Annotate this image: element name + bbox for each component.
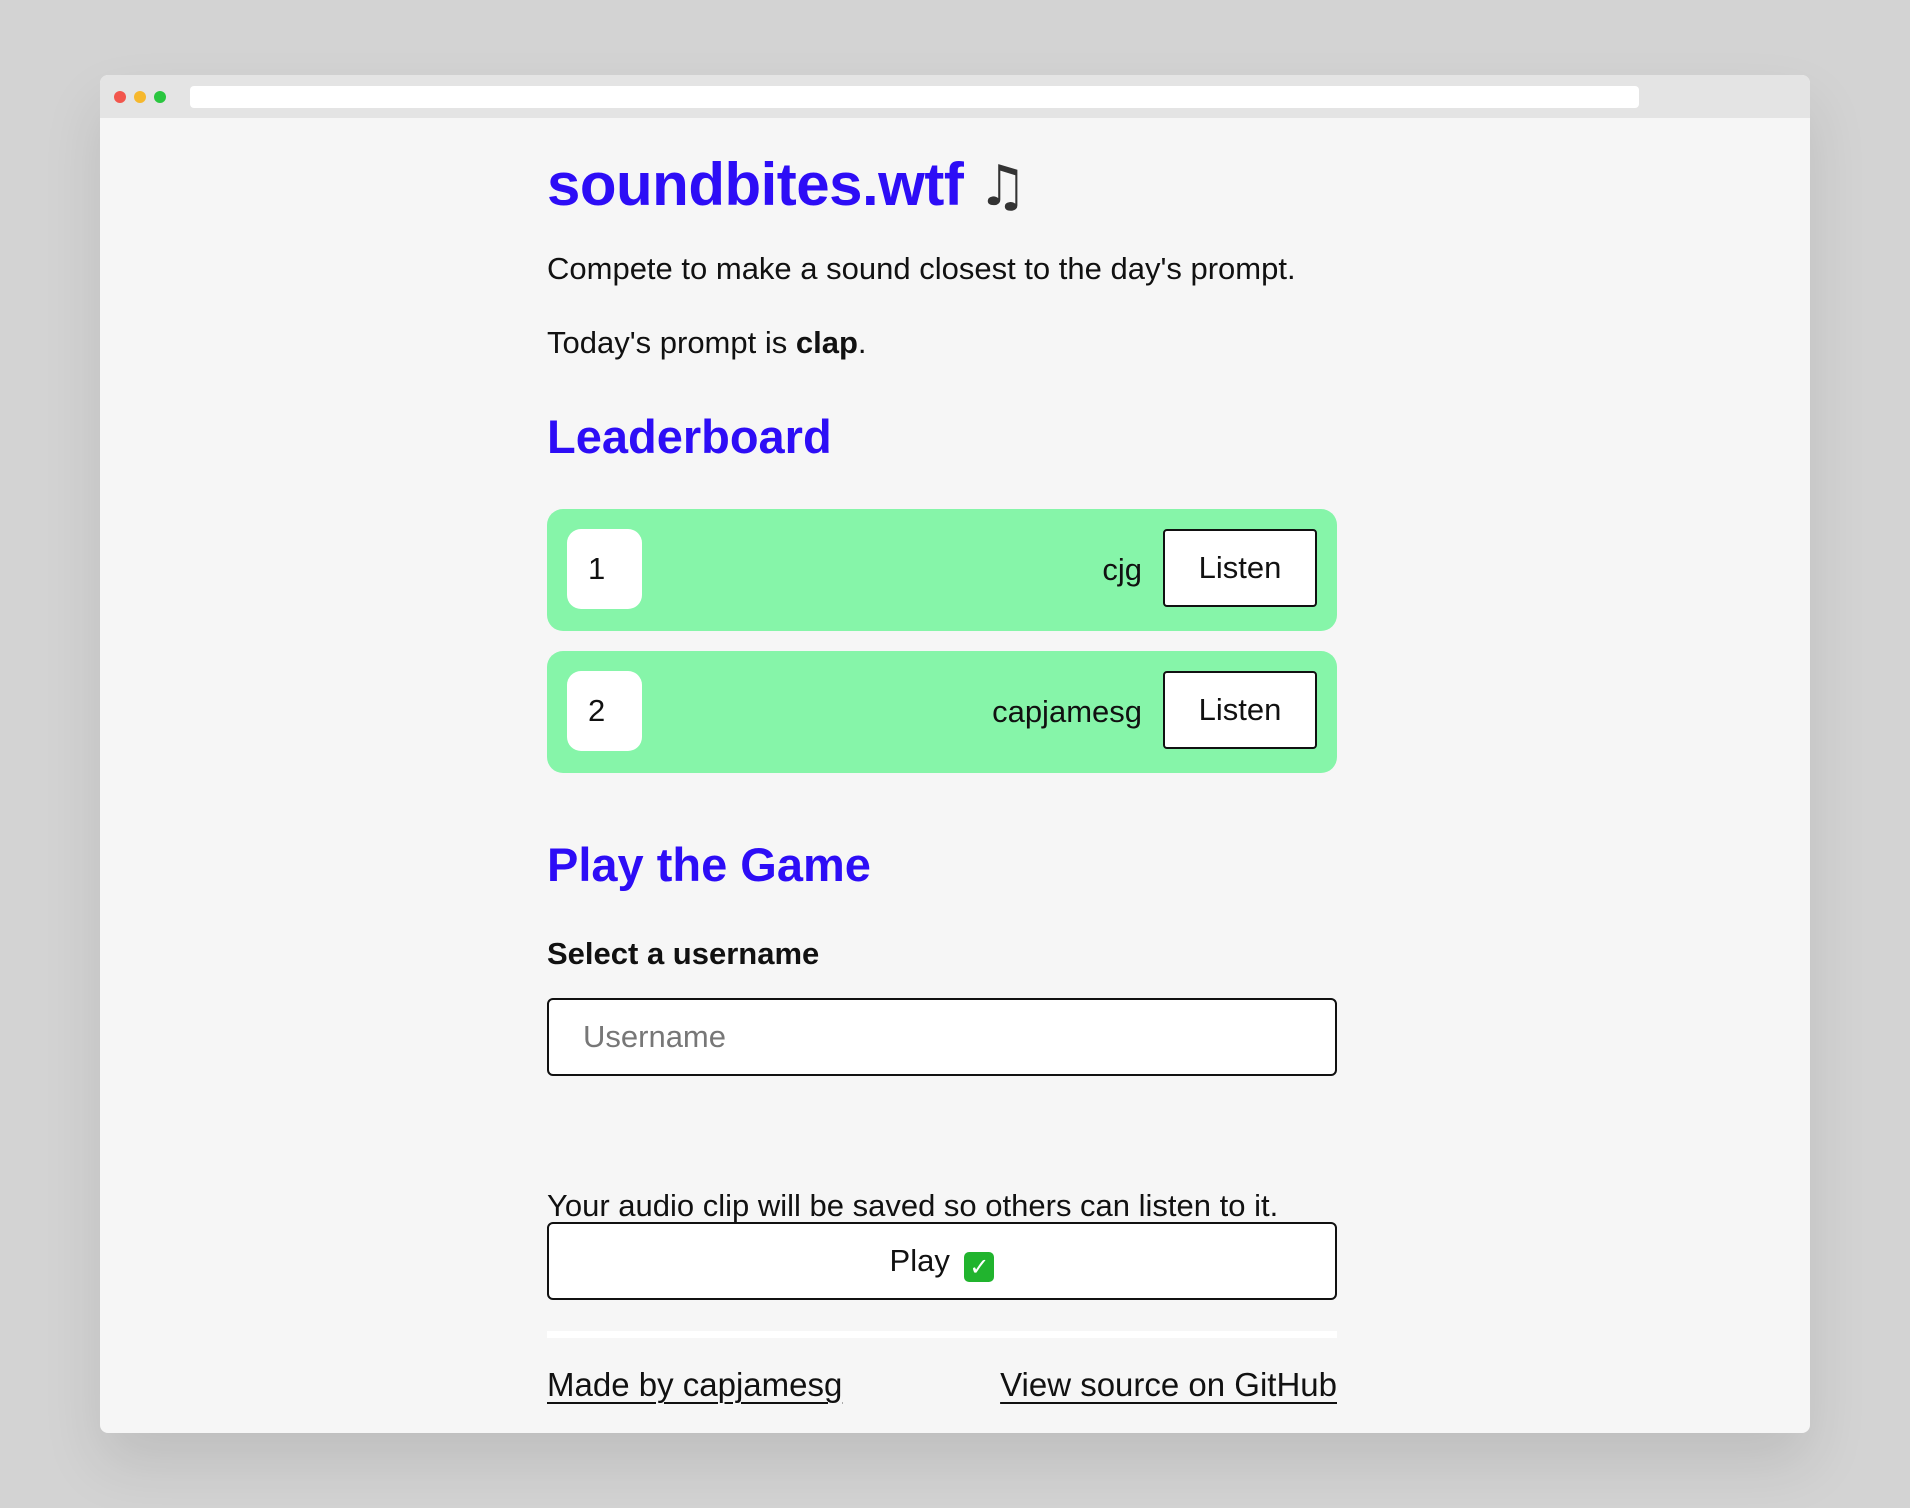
username-input[interactable] (547, 998, 1337, 1076)
username-label: Select a username (547, 936, 820, 971)
github-source-link[interactable]: View source on GitHub (1000, 1366, 1337, 1404)
play-heading: Play the Game (547, 838, 871, 891)
prompt-suffix: . (857, 325, 867, 360)
tagline: Compete to make a sound closest to the d… (547, 251, 1296, 286)
musical-notes-icon: ♫ (977, 154, 1028, 219)
prompt-word: clap (795, 325, 858, 360)
leaderboard-username: cjg (1102, 552, 1142, 587)
made-by-link[interactable]: Made by capjamesg (547, 1366, 842, 1404)
maximize-window-button[interactable] (154, 91, 166, 103)
footer-divider (547, 1331, 1337, 1338)
save-note: Your audio clip will be saved so others … (547, 1188, 1279, 1223)
leaderboard-row: 1 cjg Listen (547, 509, 1337, 631)
prompt-line: Today's prompt is clap. (547, 325, 867, 361)
close-window-button[interactable] (114, 91, 126, 103)
browser-toolbar (100, 75, 1810, 118)
page-title: soundbites.wtf ♫ (547, 150, 1028, 219)
listen-button[interactable]: Listen (1163, 529, 1317, 607)
site-name: soundbites.wtf (547, 151, 964, 218)
address-bar[interactable] (190, 86, 1639, 108)
rank-badge: 1 (567, 529, 642, 609)
prompt-prefix: Today's prompt is (547, 325, 796, 360)
leaderboard-username: capjamesg (992, 694, 1142, 729)
rank-badge: 2 (567, 671, 642, 751)
play-button[interactable]: Play ✓ (547, 1222, 1337, 1300)
minimize-window-button[interactable] (134, 91, 146, 103)
play-button-label: Play (889, 1243, 950, 1278)
check-mark-icon: ✓ (964, 1252, 995, 1282)
listen-button[interactable]: Listen (1163, 671, 1317, 749)
browser-window: soundbites.wtf ♫ Compete to make a sound … (100, 75, 1810, 1433)
leaderboard-row: 2 capjamesg Listen (547, 651, 1337, 773)
leaderboard-heading: Leaderboard (547, 410, 832, 463)
